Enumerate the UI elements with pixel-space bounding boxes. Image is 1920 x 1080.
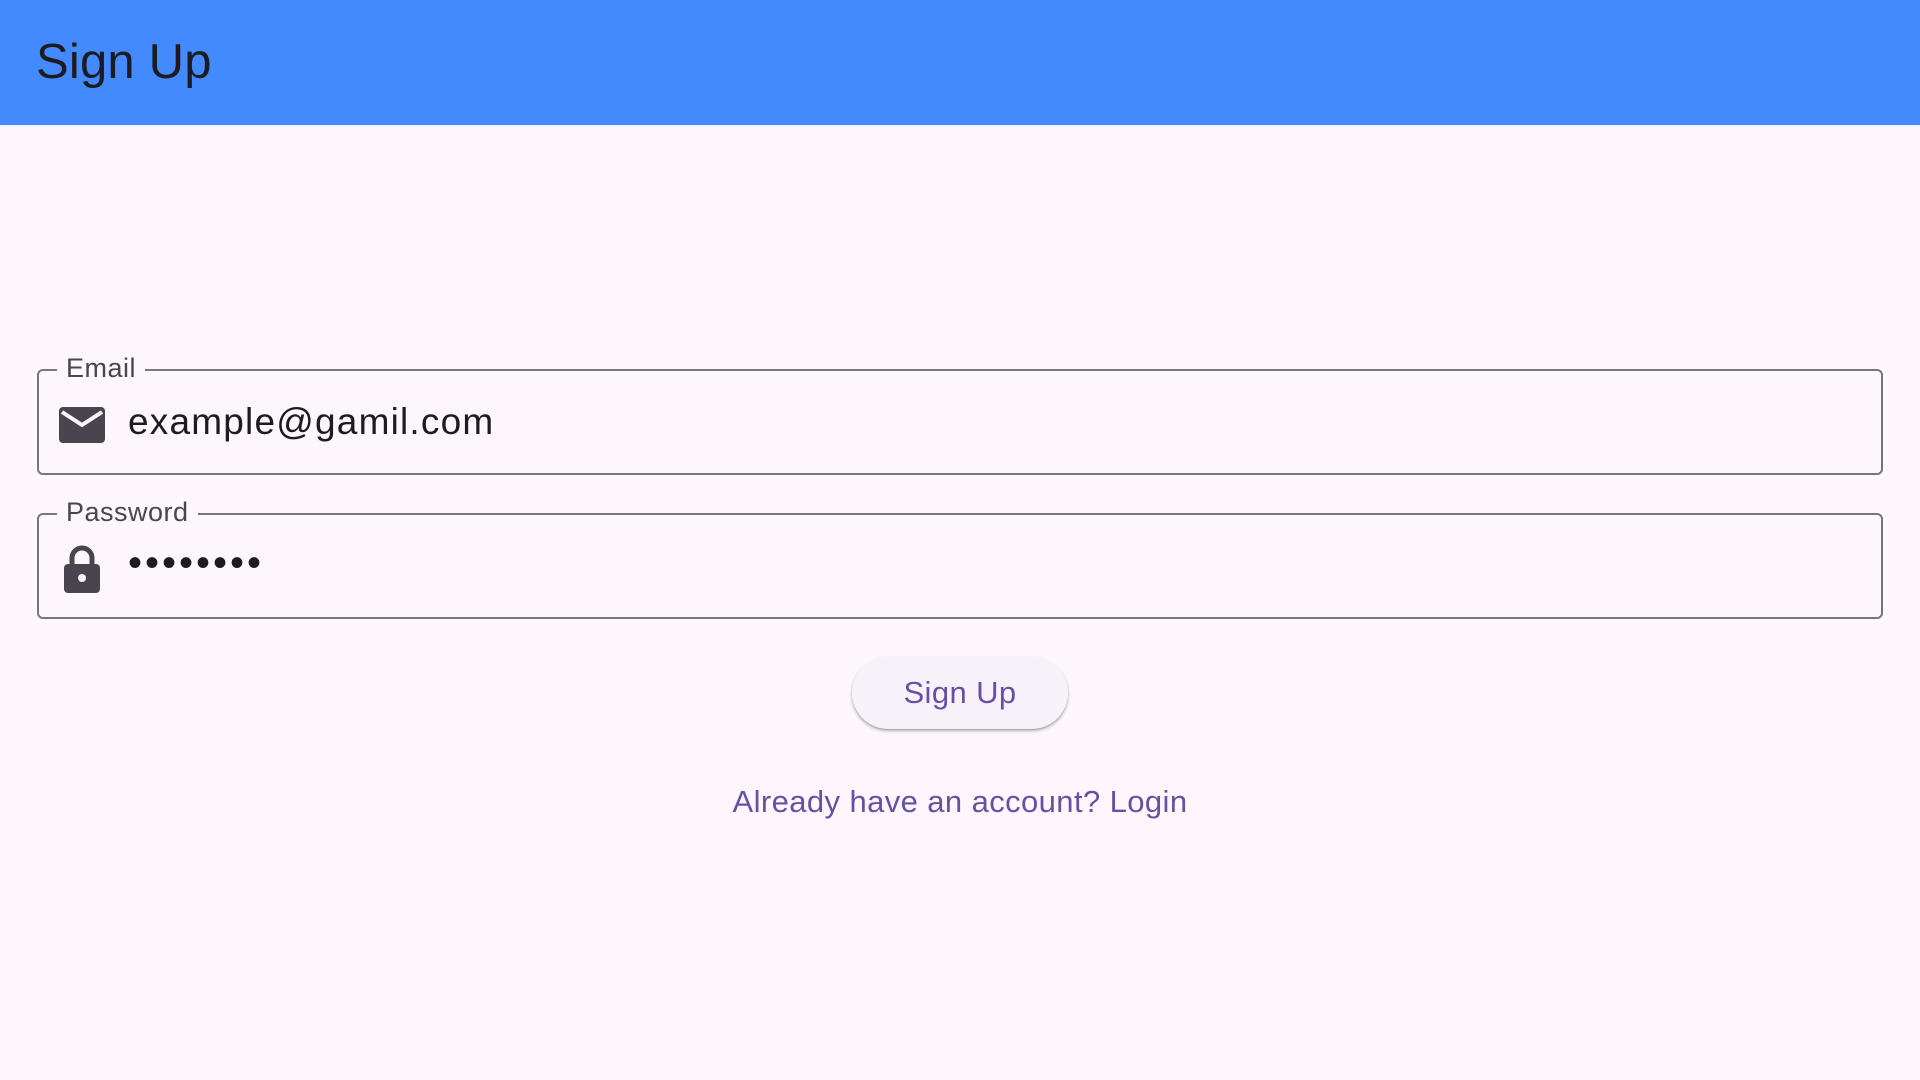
- app-bar: Sign Up: [0, 0, 1920, 125]
- password-input[interactable]: ••••••••: [128, 515, 1861, 617]
- login-link[interactable]: Already have an account? Login: [0, 778, 1920, 826]
- page-title: Sign Up: [36, 35, 212, 89]
- sign-up-button[interactable]: Sign Up: [852, 657, 1068, 729]
- email-icon: [59, 403, 105, 447]
- password-field[interactable]: Password ••••••••: [37, 494, 1883, 619]
- lock-icon: [59, 545, 105, 593]
- email-field[interactable]: Email example@gamil.com: [37, 350, 1883, 475]
- email-input[interactable]: example@gamil.com: [128, 371, 1861, 473]
